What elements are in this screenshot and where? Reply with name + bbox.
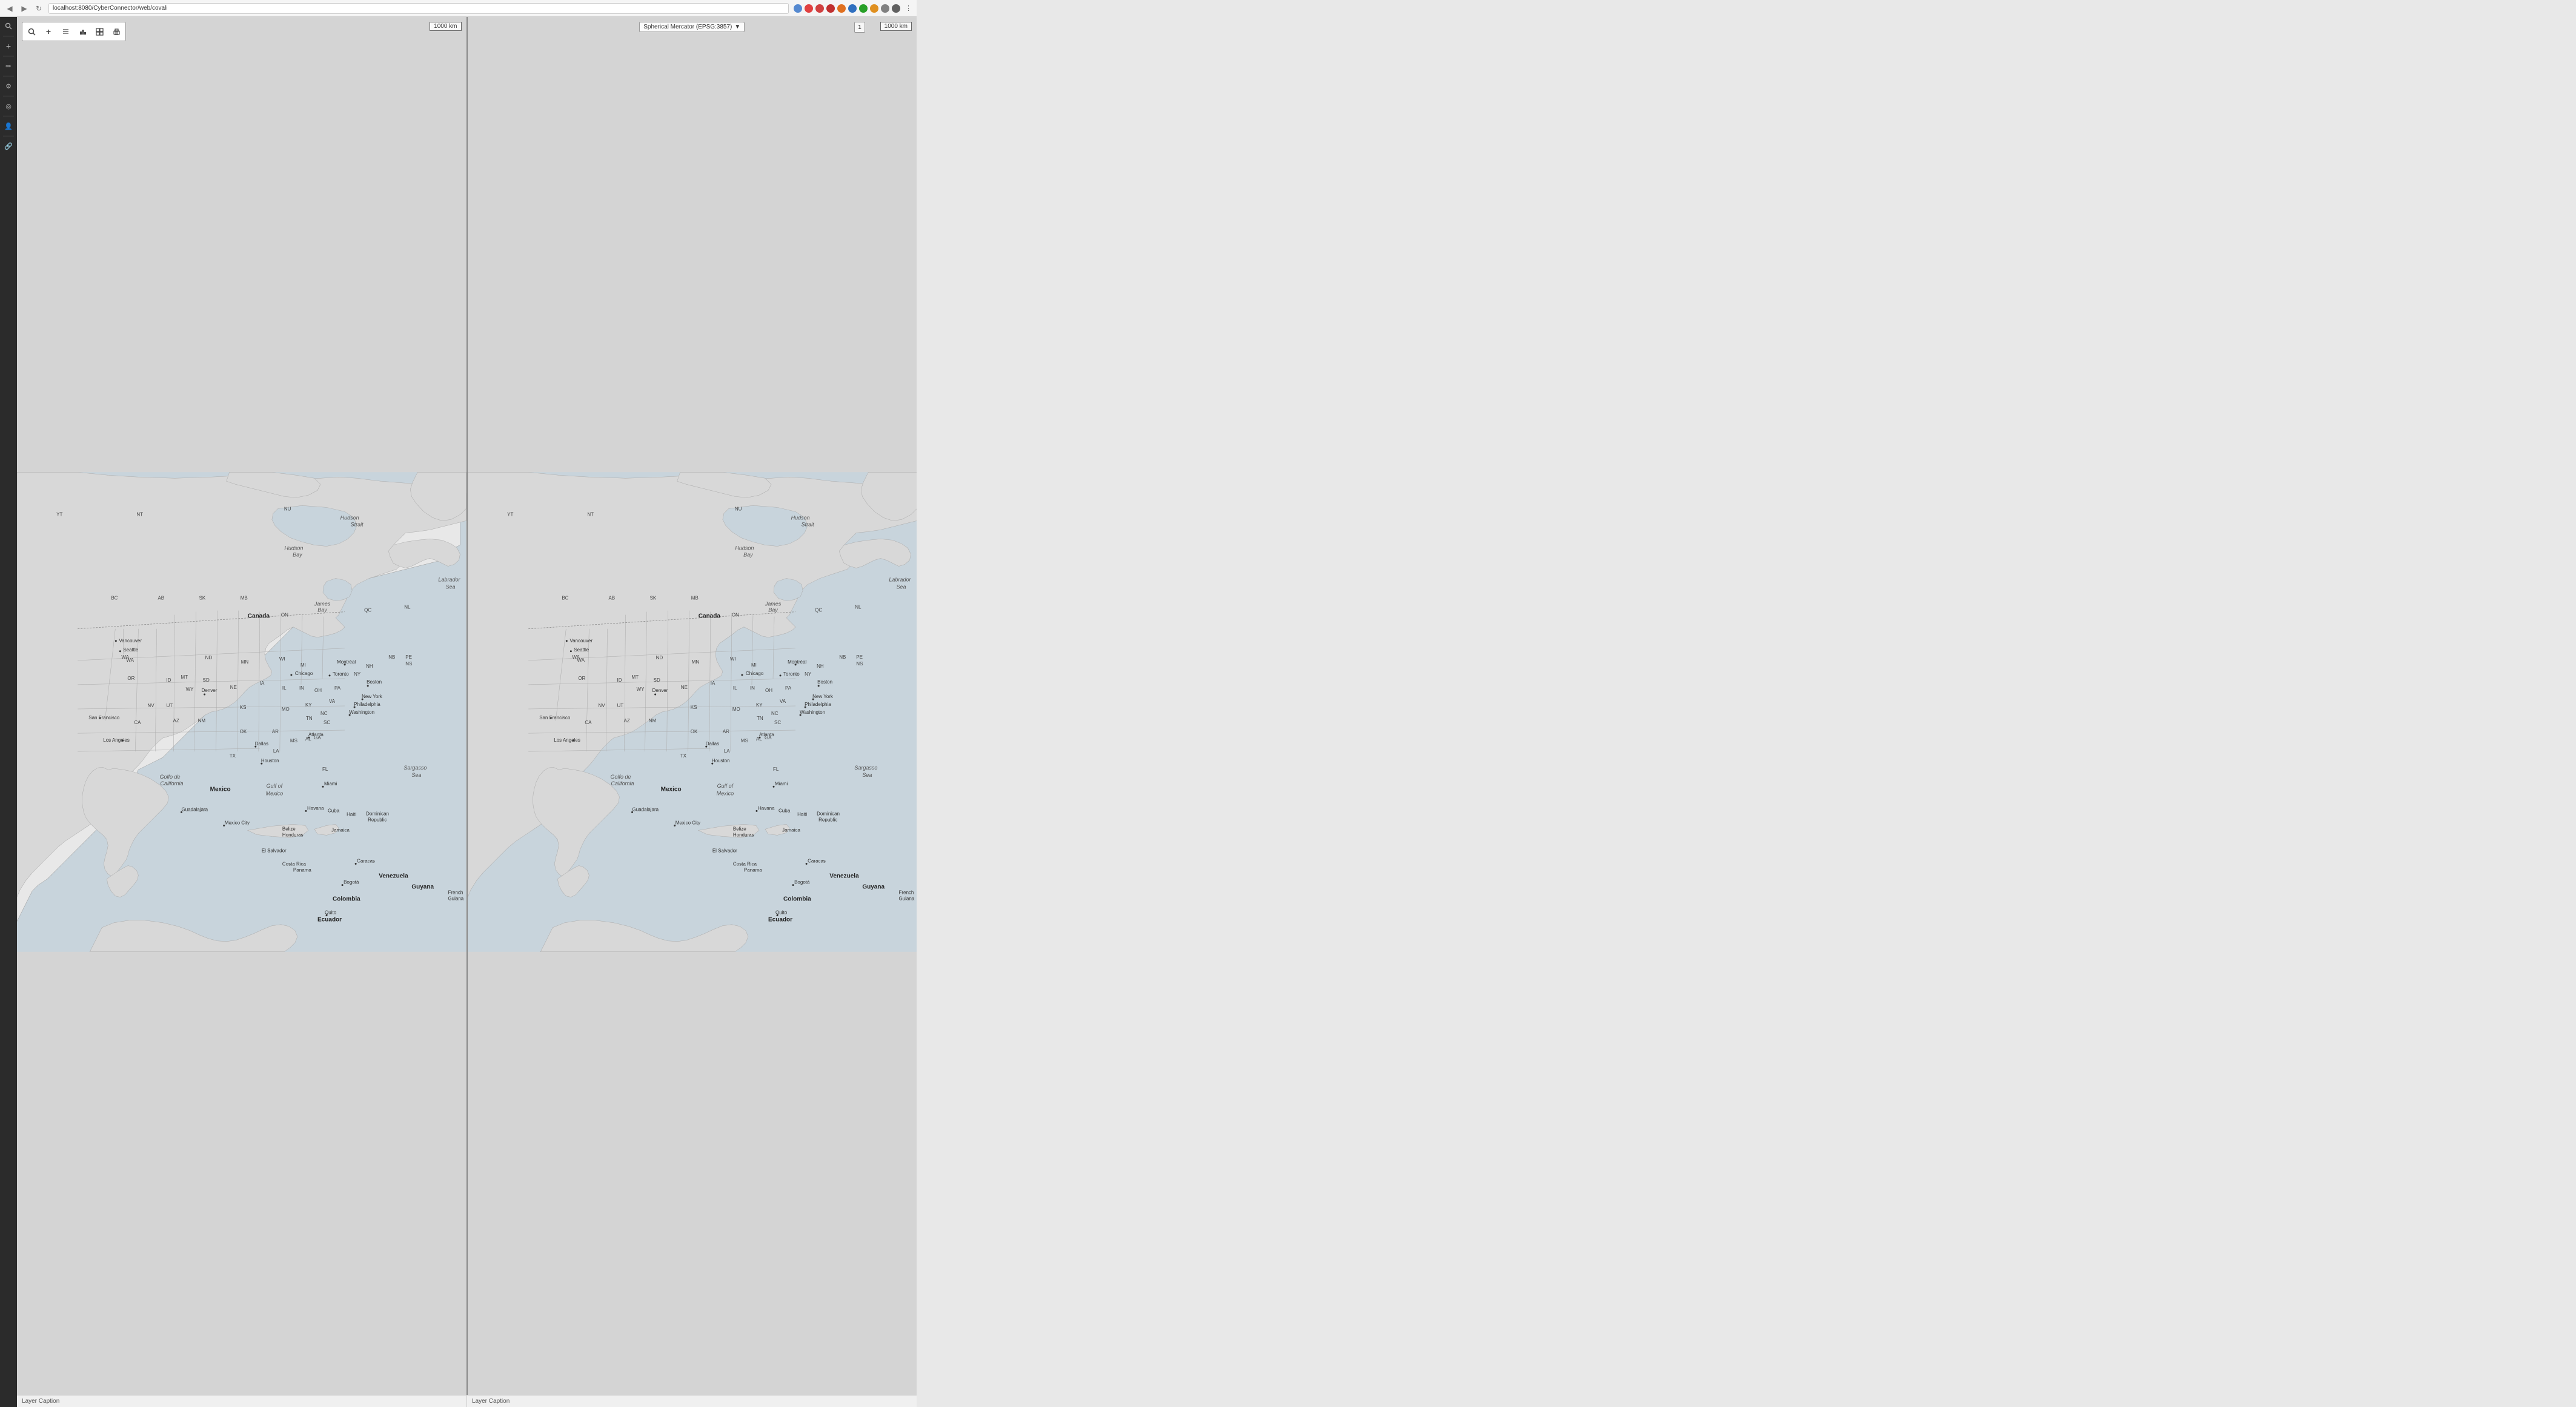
left-scale-label: 1000 km <box>434 23 457 30</box>
r-dot-wash <box>799 714 801 716</box>
r-dot-montreal <box>794 664 796 665</box>
right-layer-caption: Layer Caption <box>466 1395 917 1407</box>
dot-denver <box>204 693 205 695</box>
dot-miami <box>322 786 324 788</box>
dot-toronto <box>329 674 331 676</box>
toolbar-chart-button[interactable] <box>75 24 90 39</box>
dot-havana <box>305 810 307 812</box>
sidebar: + ✏ ⚙ ◎ 👤 🔗 <box>0 17 17 1407</box>
dot-guadalajara <box>181 811 182 813</box>
right-scale-bar: 1000 km <box>880 22 912 31</box>
right-toggle-button[interactable]: 1 <box>854 22 865 33</box>
dot-atlanta <box>308 737 310 739</box>
sidebar-add-button[interactable]: + <box>2 39 15 53</box>
dot-dallas <box>254 746 256 748</box>
r-dot-seattle <box>569 650 571 652</box>
sidebar-layers-button[interactable]: ◎ <box>2 99 15 113</box>
dot-chicago <box>290 674 292 676</box>
browser-icon-10 <box>892 4 900 13</box>
dot-caracas <box>355 863 357 865</box>
r-dot-guadalajara <box>631 811 633 813</box>
left-layer-caption: Layer Caption <box>17 1395 466 1407</box>
app-container: + ✏ ⚙ ◎ 👤 🔗 + <box>0 17 917 1407</box>
toolbar: + <box>22 22 126 41</box>
dot-la <box>122 740 124 742</box>
projection-selector[interactable]: Spherical Mercator (EPSG:3857) ▼ <box>639 22 745 32</box>
left-scale-bar: 1000 km <box>430 22 461 31</box>
dot-sf <box>99 717 101 719</box>
r-dot-quito <box>776 914 778 916</box>
map-divider <box>466 17 468 1407</box>
forward-button[interactable]: ▶ <box>19 4 29 13</box>
browser-icon-7 <box>859 4 868 13</box>
dot-houston <box>261 763 262 765</box>
r-dot-houston <box>711 763 713 765</box>
r-dot-ny <box>812 698 814 700</box>
r-dot-chicago <box>741 674 743 676</box>
toolbar-list-button[interactable] <box>58 24 73 39</box>
sidebar-draw-button[interactable]: ✏ <box>2 59 15 73</box>
browser-bar: ◀ ▶ ↻ ⋮ <box>0 0 917 17</box>
dot-ny <box>362 698 363 700</box>
right-scale-label: 1000 km <box>885 23 908 30</box>
toolbar-print-button[interactable] <box>108 24 124 39</box>
sidebar-search-button[interactable] <box>2 19 15 33</box>
r-dot-vancouver <box>565 640 567 642</box>
r-dot-dallas <box>705 746 707 748</box>
right-map-panel[interactable]: Spherical Mercator (EPSG:3857) ▼ 1000 km… <box>468 17 917 1407</box>
r-dot-havana <box>755 810 757 812</box>
back-button[interactable]: ◀ <box>5 4 15 13</box>
toolbar-search-button[interactable] <box>24 24 39 39</box>
browser-icon-9 <box>881 4 889 13</box>
browser-icon-2 <box>805 4 813 13</box>
r-dot-caracas <box>805 863 807 865</box>
r-dot-atlanta <box>759 737 760 739</box>
toggle-label: 1 <box>858 24 861 31</box>
left-map-panel[interactable]: 1000 km <box>17 17 466 1407</box>
left-map-svg[interactable]: YT NT NU BC AB SK MB ON QC NL NB NS PE C… <box>17 17 466 1407</box>
dot-seattle <box>119 650 121 652</box>
projection-label: Spherical Mercator (EPSG:3857) <box>643 24 732 30</box>
dot-phila <box>354 706 356 708</box>
browser-icon-3 <box>815 4 824 13</box>
r-dot-toronto <box>779 674 781 676</box>
browser-icon-1 <box>794 4 802 13</box>
sidebar-person-button[interactable]: 👤 <box>2 119 15 133</box>
dot-vancouver <box>115 640 117 642</box>
toolbar-add-button[interactable]: + <box>41 24 56 39</box>
r-dot-phila <box>804 706 806 708</box>
r-dot-boston <box>817 685 819 687</box>
right-map-svg[interactable]: YT NT NU BC AB SK MB ON QC NL NB NS PE C… <box>468 17 917 1407</box>
left-caption-text: Layer Caption <box>22 1398 59 1405</box>
browser-icon-6 <box>848 4 857 13</box>
sidebar-settings-button[interactable]: ⚙ <box>2 79 15 93</box>
browser-icons: ⋮ <box>794 4 912 13</box>
dot-bogota <box>342 884 344 886</box>
browser-icon-8 <box>870 4 878 13</box>
browser-icon-4 <box>826 4 835 13</box>
r-dot-bogota <box>792 884 794 886</box>
r-dot-la <box>572 740 574 742</box>
chevron-down-icon: ▼ <box>734 24 740 30</box>
r-dot-sf <box>549 717 551 719</box>
toolbar-grid-button[interactable] <box>91 24 107 39</box>
dot-boston <box>367 685 369 687</box>
refresh-button[interactable]: ↻ <box>34 4 44 13</box>
r-dot-miami <box>772 786 774 788</box>
url-bar[interactable] <box>48 3 789 14</box>
dot-montreal <box>344 664 346 665</box>
sidebar-link-button[interactable]: 🔗 <box>2 139 15 153</box>
dot-mexico-city <box>223 825 225 827</box>
browser-menu[interactable]: ⋮ <box>905 4 912 12</box>
r-dot-mexico-city <box>674 825 676 827</box>
browser-icon-5 <box>837 4 846 13</box>
dot-quito <box>326 914 328 916</box>
layer-caption-bar: Layer Caption Layer Caption <box>17 1395 917 1407</box>
map-area: + 1000 km <box>17 17 917 1407</box>
dot-wash <box>349 714 351 716</box>
right-caption-text: Layer Caption <box>472 1398 510 1405</box>
r-dot-denver <box>654 693 656 695</box>
